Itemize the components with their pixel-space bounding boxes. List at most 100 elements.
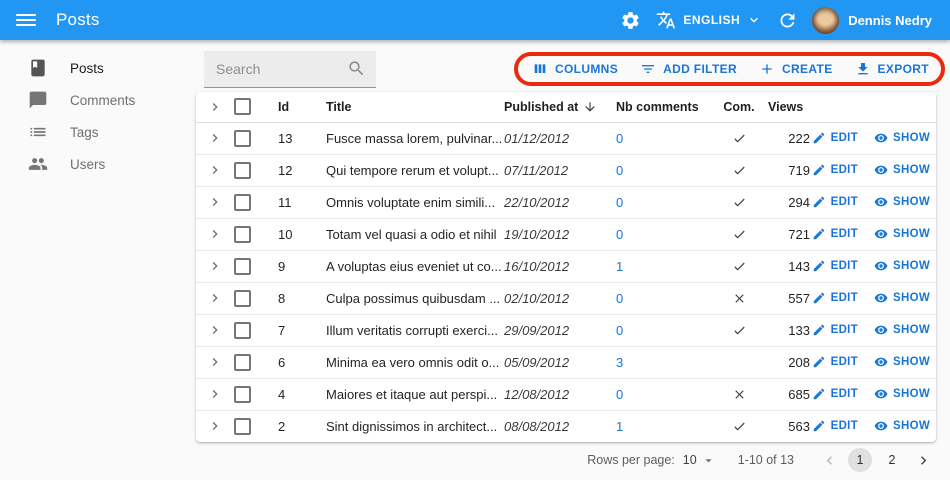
rows-per-page-select[interactable]: 10 (683, 453, 716, 468)
row-checkbox[interactable] (234, 354, 251, 371)
header-title[interactable]: Title (326, 92, 504, 122)
columns-button[interactable]: COLUMNS (532, 61, 618, 77)
nb-comments-link[interactable]: 0 (616, 227, 623, 242)
chevron-right-icon (207, 418, 223, 434)
nb-comments-link[interactable]: 0 (616, 131, 623, 146)
header-commentable[interactable]: Com. (710, 92, 768, 122)
edit-button[interactable]: EDIT (812, 195, 858, 209)
show-button[interactable]: SHOW (874, 419, 930, 433)
row-checkbox[interactable] (234, 194, 251, 211)
search-field (204, 51, 376, 88)
show-button[interactable]: SHOW (874, 355, 930, 369)
cell-title: Culpa possimus quibusdam ... (326, 282, 504, 314)
show-button[interactable]: SHOW (874, 163, 930, 177)
show-button[interactable]: SHOW (874, 323, 930, 337)
previous-page-button[interactable] (818, 449, 840, 471)
cell-title: Qui tempore rerum et volupt... (326, 154, 504, 186)
pencil-icon (812, 291, 826, 305)
nb-comments-link[interactable]: 0 (616, 387, 623, 402)
eye-icon (874, 419, 888, 433)
user-menu[interactable]: Dennis Nedry (812, 7, 932, 34)
refresh-icon[interactable] (776, 9, 798, 31)
edit-button[interactable]: EDIT (812, 323, 858, 337)
table-row: 13 Fusce massa lorem, pulvinar... 01/12/… (196, 122, 936, 154)
cell-id: 6 (278, 346, 326, 378)
row-checkbox[interactable] (234, 386, 251, 403)
expand-row-button[interactable] (196, 346, 234, 378)
edit-button[interactable]: EDIT (812, 387, 858, 401)
cell-commentable (710, 410, 768, 442)
expand-row-button[interactable] (196, 250, 234, 282)
chevron-left-icon (821, 452, 838, 469)
sidebar-item-posts[interactable]: Posts (0, 52, 196, 84)
chevron-right-icon (207, 99, 223, 115)
show-button[interactable]: SHOW (874, 227, 930, 241)
header-id[interactable]: Id (278, 92, 326, 122)
expand-all-header[interactable] (196, 92, 234, 122)
show-button[interactable]: SHOW (874, 291, 930, 305)
sidebar-item-tags[interactable]: Tags (0, 116, 196, 148)
expand-row-button[interactable] (196, 410, 234, 442)
page-button-1[interactable]: 1 (848, 448, 872, 472)
menu-icon[interactable] (16, 14, 36, 26)
expand-row-button[interactable] (196, 314, 234, 346)
nb-comments-link[interactable]: 3 (616, 355, 623, 370)
expand-row-button[interactable] (196, 378, 234, 410)
edit-button[interactable]: EDIT (812, 259, 858, 273)
edit-button[interactable]: EDIT (812, 227, 858, 241)
nb-comments-link[interactable]: 0 (616, 291, 623, 306)
expand-row-button[interactable] (196, 218, 234, 250)
edit-button[interactable]: EDIT (812, 163, 858, 177)
nb-comments-link[interactable]: 0 (616, 163, 623, 178)
row-checkbox[interactable] (234, 322, 251, 339)
nb-comments-link[interactable]: 1 (616, 419, 623, 434)
row-checkbox[interactable] (234, 226, 251, 243)
export-button[interactable]: EXPORT (855, 61, 929, 77)
row-checkbox[interactable] (234, 290, 251, 307)
cell-id: 11 (278, 186, 326, 218)
show-button[interactable]: SHOW (874, 195, 930, 209)
settings-gear-icon[interactable] (619, 9, 641, 31)
create-button[interactable]: CREATE (759, 61, 833, 77)
cell-title: Totam vel quasi a odio et nihil (326, 218, 504, 250)
people-icon (28, 154, 48, 174)
edit-button[interactable]: EDIT (812, 355, 858, 369)
page-button-2[interactable]: 2 (880, 448, 904, 472)
header-published-at[interactable]: Published at (504, 92, 616, 122)
next-page-button[interactable] (912, 449, 934, 471)
table-row: 6 Minima ea vero omnis odit o... 05/09/2… (196, 346, 936, 378)
nb-comments-link[interactable]: 0 (616, 323, 623, 338)
cell-title: Sint dignissimos in architect... (326, 410, 504, 442)
language-selector[interactable]: ENGLISH (655, 9, 762, 31)
header-views[interactable]: Views (768, 92, 832, 122)
header-nb-comments[interactable]: Nb comments (616, 92, 710, 122)
edit-button[interactable]: EDIT (812, 131, 858, 145)
table-row: 11 Omnis voluptate enim simili... 22/10/… (196, 186, 936, 218)
add-filter-button[interactable]: ADD FILTER (640, 61, 737, 77)
row-checkbox[interactable] (234, 418, 251, 435)
show-button[interactable]: SHOW (874, 131, 930, 145)
row-checkbox[interactable] (234, 258, 251, 275)
expand-row-button[interactable] (196, 122, 234, 154)
sidebar-item-users[interactable]: Users (0, 148, 196, 180)
search-input[interactable] (216, 61, 347, 77)
row-checkbox[interactable] (234, 162, 251, 179)
show-button[interactable]: SHOW (874, 387, 930, 401)
expand-row-button[interactable] (196, 282, 234, 314)
list-icon (28, 122, 48, 142)
cell-title: Minima ea vero omnis odit o... (326, 346, 504, 378)
nb-comments-link[interactable]: 0 (616, 195, 623, 210)
show-button[interactable]: SHOW (874, 259, 930, 273)
edit-button[interactable]: EDIT (812, 419, 858, 433)
edit-button[interactable]: EDIT (812, 291, 858, 305)
eye-icon (874, 227, 888, 241)
filter-icon (640, 61, 656, 77)
select-all-checkbox[interactable] (234, 98, 251, 115)
chevron-right-icon (207, 354, 223, 370)
chevron-down-icon (746, 12, 762, 28)
row-checkbox[interactable] (234, 130, 251, 147)
sidebar-item-comments[interactable]: Comments (0, 84, 196, 116)
nb-comments-link[interactable]: 1 (616, 259, 623, 274)
expand-row-button[interactable] (196, 154, 234, 186)
expand-row-button[interactable] (196, 186, 234, 218)
